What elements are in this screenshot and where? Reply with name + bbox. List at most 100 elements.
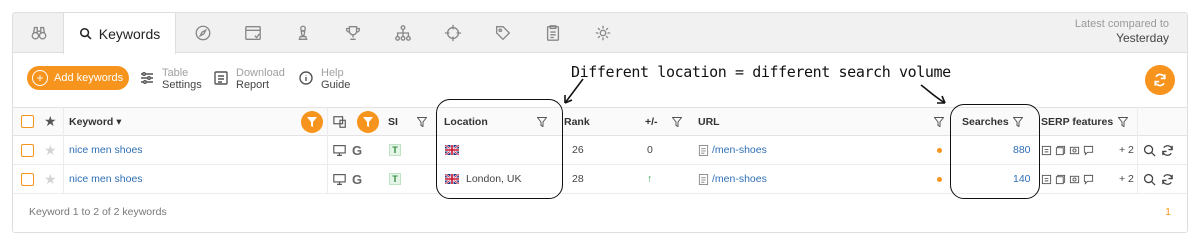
tab-bar: Keywords Latest compared to Yesterday	[13, 13, 1187, 54]
engine-filter-button[interactable]	[357, 108, 379, 135]
si-filter-icon[interactable]	[417, 108, 427, 135]
info-icon	[299, 71, 313, 85]
crosshair-icon	[444, 24, 462, 42]
status-dot	[937, 136, 942, 164]
download-report-line2: Report	[236, 79, 270, 91]
url-link[interactable]: /men-shoes	[712, 136, 767, 164]
status-dot	[937, 165, 942, 193]
featured-snippet-icon	[1041, 145, 1052, 155]
tab-binoculars[interactable]	[15, 13, 63, 53]
table-footer: Keyword 1 to 2 of 2 keywords 1	[13, 195, 1187, 232]
compass-icon	[195, 25, 211, 41]
add-keywords-label: Add keywords	[54, 72, 124, 84]
trophy-icon	[345, 26, 361, 40]
location-highlight-circle	[436, 99, 563, 199]
rank-value: 28	[572, 173, 584, 185]
change-up-arrow: ↑	[647, 173, 653, 185]
column-divider	[63, 107, 64, 194]
row-refresh-icon[interactable]	[1161, 165, 1174, 193]
page-number[interactable]: 1	[1165, 206, 1171, 218]
gear-puzzle-icon	[595, 25, 611, 41]
row-refresh-icon[interactable]	[1161, 136, 1174, 164]
comparison-label: Latest compared to	[1074, 18, 1169, 30]
si-badge: T	[389, 165, 401, 193]
serp-feature-icons	[1041, 136, 1094, 164]
row-search-icon[interactable]	[1143, 165, 1156, 193]
refresh-button[interactable]	[1145, 65, 1175, 95]
rank-tracker-panel: Keywords Latest compared to Yesterday + …	[12, 12, 1188, 233]
url-filter-icon[interactable]	[934, 108, 944, 135]
row-checkbox[interactable]	[21, 165, 34, 193]
tab-keywords-label: Keywords	[98, 25, 161, 42]
header-change[interactable]: +/-	[645, 108, 658, 135]
help-guide-line2: Guide	[321, 79, 351, 91]
serp-filter-icon[interactable]	[1118, 108, 1128, 135]
row-search-icon[interactable]	[1143, 136, 1156, 164]
serp-more-count[interactable]: + 2	[1119, 136, 1134, 164]
searches-highlight-circle	[950, 104, 1040, 199]
row-star-icon[interactable]: ★	[44, 136, 57, 164]
arrow-to-searches-icon	[920, 84, 946, 104]
help-guide-line1: Help	[321, 67, 344, 79]
tab-integrations[interactable]	[579, 13, 627, 53]
keyword-link[interactable]: nice men shoes	[69, 136, 143, 164]
tab-structure[interactable]	[379, 13, 427, 53]
clipboard-icon	[546, 25, 560, 41]
add-keywords-button[interactable]: + Add keywords	[27, 66, 129, 90]
desktop-icon	[333, 136, 346, 164]
tab-browser[interactable]	[229, 13, 277, 53]
binoculars-icon	[31, 26, 47, 40]
column-divider	[327, 107, 328, 194]
comparison-selector[interactable]: Latest compared to Yesterday	[1075, 17, 1169, 45]
serp-feature-icons	[1041, 165, 1094, 193]
keyword-link[interactable]: nice men shoes	[69, 165, 143, 193]
header-si[interactable]: SI	[388, 108, 398, 135]
annotation-note: Different location = different search vo…	[571, 63, 951, 81]
device-engine-icon	[333, 108, 347, 135]
carousel-icon	[1055, 145, 1066, 155]
header-serp-features[interactable]: SERP features	[1041, 108, 1113, 135]
reviews-icon	[1083, 145, 1094, 156]
tag-icon	[496, 26, 511, 41]
carousel-icon	[1055, 174, 1066, 184]
rank-value: 26	[572, 144, 584, 156]
change-filter-icon[interactable]	[672, 108, 682, 135]
tab-target[interactable]	[429, 13, 477, 53]
image-pack-icon	[1069, 175, 1080, 183]
desktop-icon	[333, 165, 346, 193]
tab-competitors[interactable]	[279, 13, 327, 53]
keyword-filter-button[interactable]	[301, 108, 323, 135]
table-settings-line1: Table	[162, 67, 189, 79]
browser-window-icon	[245, 26, 261, 40]
google-icon: G	[352, 142, 363, 158]
page-icon	[698, 165, 709, 193]
plus-icon: +	[32, 70, 48, 86]
arrow-to-location-icon	[564, 78, 584, 104]
tab-tags[interactable]	[479, 13, 527, 53]
filter-icon	[301, 110, 323, 133]
url-link[interactable]: /men-shoes	[712, 165, 767, 193]
select-all-checkbox[interactable]	[21, 108, 34, 135]
tab-keywords[interactable]: Keywords	[63, 13, 176, 54]
sliders-icon	[141, 72, 153, 84]
download-report-line1: Download	[236, 67, 285, 79]
header-keyword[interactable]: Keyword ▾	[69, 108, 122, 135]
report-icon	[214, 71, 228, 85]
row-checkbox[interactable]	[21, 136, 34, 164]
help-guide-button[interactable]: Help Guide	[298, 67, 350, 91]
page-icon	[698, 136, 709, 164]
table-settings-button[interactable]: Table Settings	[139, 67, 202, 91]
header-star-icon[interactable]: ★	[44, 108, 57, 135]
table-settings-line2: Settings	[162, 79, 202, 91]
tab-compass[interactable]	[179, 13, 227, 53]
si-badge: T	[389, 136, 401, 164]
row-star-icon[interactable]: ★	[44, 165, 57, 193]
serp-more-count[interactable]: + 2	[1119, 165, 1134, 193]
header-url[interactable]: URL	[698, 108, 720, 135]
chess-pawn-icon	[298, 25, 308, 40]
tab-trophy[interactable]	[329, 13, 377, 53]
download-report-button[interactable]: Download Report	[213, 67, 285, 91]
change-value: 0	[647, 144, 653, 156]
filter-icon	[357, 110, 379, 133]
tab-notes[interactable]	[529, 13, 577, 53]
